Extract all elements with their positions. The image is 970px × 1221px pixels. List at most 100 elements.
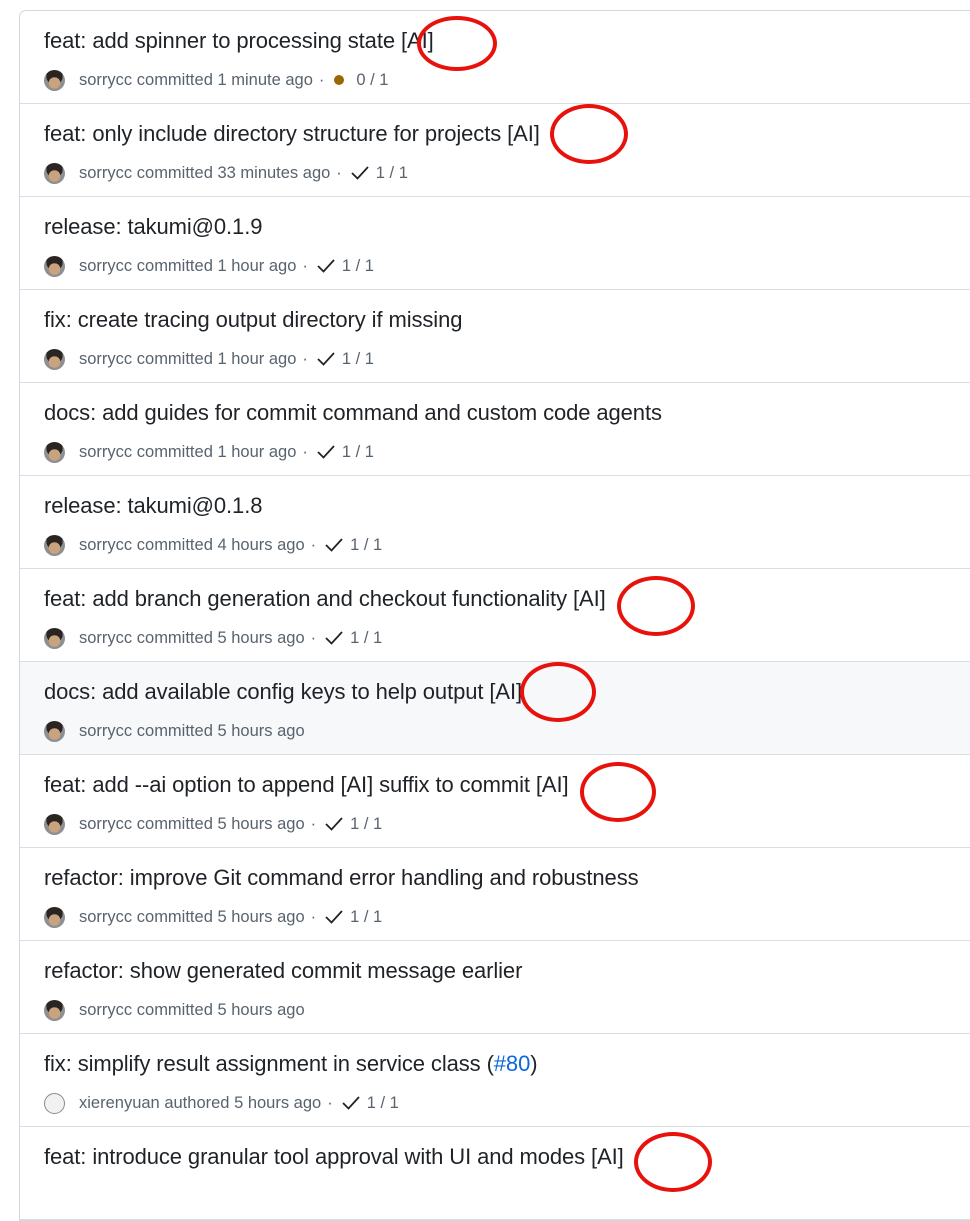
commit-row: refactor: show generated commit message …	[20, 941, 970, 1034]
commit-title-link[interactable]: feat: add branch generation and checkout…	[44, 586, 606, 612]
check-icon[interactable]	[324, 909, 344, 925]
commit-title: fix: simplify result assignment in servi…	[44, 1051, 538, 1077]
meta-separator: ·	[310, 535, 317, 554]
commit-row: feat: add branch generation and checkout…	[20, 569, 970, 662]
commit-verb: committed	[136, 628, 213, 647]
avatar[interactable]	[44, 906, 65, 928]
commit-row: docs: add available config keys to help …	[20, 662, 970, 755]
check-icon[interactable]	[350, 165, 370, 181]
commit-author-link[interactable]: sorrycc	[79, 350, 132, 369]
check-icon[interactable]	[316, 258, 336, 274]
pull-request-link[interactable]: #80	[494, 1051, 531, 1076]
commit-time: 5 hours ago	[234, 1093, 322, 1112]
commit-meta: sorrycc committed 5 hours ago · 1 / 1	[44, 812, 382, 836]
commit-title-link[interactable]: docs: add available config keys to help …	[44, 679, 522, 705]
commit-author-link[interactable]: sorrycc	[79, 164, 132, 183]
commit-row: feat: only include directory structure f…	[20, 104, 970, 197]
commit-row: refactor: improve Git command error hand…	[20, 848, 970, 941]
commit-author-link[interactable]: sorrycc	[79, 722, 132, 741]
commit-row: feat: add spinner to processing state [A…	[20, 11, 970, 104]
avatar[interactable]	[44, 813, 65, 835]
commit-time: 1 hour ago	[217, 442, 297, 461]
commit-title-link[interactable]: feat: add spinner to processing state [A…	[44, 28, 434, 54]
commit-time: 1 minute ago	[217, 70, 313, 89]
commit-verb: committed	[136, 907, 213, 926]
check-icon[interactable]	[324, 630, 344, 646]
commit-title-suffix[interactable]: )	[530, 1051, 537, 1076]
avatar[interactable]	[44, 69, 65, 91]
commit-meta: xierenyuan authored 5 hours ago · 1 / 1	[44, 1091, 399, 1115]
avatar[interactable]	[44, 627, 65, 649]
commit-author-link[interactable]: sorrycc	[79, 71, 132, 90]
commit-meta: sorrycc committed 1 minute ago · 0 / 1	[44, 68, 388, 92]
commit-author-link[interactable]: sorrycc	[79, 815, 132, 834]
commit-verb: committed	[136, 256, 213, 275]
commit-verb: committed	[136, 442, 213, 461]
commit-verb: committed	[136, 349, 213, 368]
commit-row: release: takumi@0.1.9 sorrycc committed …	[20, 197, 970, 290]
checks-count[interactable]: 1 / 1	[342, 257, 374, 276]
commit-time: 5 hours ago	[217, 721, 305, 740]
pending-status-icon[interactable]	[334, 75, 345, 85]
check-icon[interactable]	[324, 537, 344, 553]
meta-separator: ·	[336, 163, 342, 182]
check-icon[interactable]	[324, 816, 344, 832]
commit-meta: sorrycc committed 1 hour ago · 1 / 1	[44, 440, 374, 464]
meta-separator: ·	[327, 1093, 333, 1112]
meta-separator: ·	[302, 349, 308, 368]
commit-time: 5 hours ago	[217, 814, 305, 833]
commit-author-link[interactable]: sorrycc	[79, 908, 132, 927]
commit-time: 5 hours ago	[217, 907, 305, 926]
avatar[interactable]	[44, 534, 65, 556]
commit-meta: sorrycc committed 5 hours ago · 1 / 1	[44, 905, 382, 929]
checks-count[interactable]: 1 / 1	[367, 1094, 399, 1113]
check-icon[interactable]	[316, 351, 336, 367]
checks-count[interactable]: 1 / 1	[376, 164, 408, 183]
commit-row: docs: add guides for commit command and …	[20, 383, 970, 476]
commit-author-link[interactable]: sorrycc	[79, 1001, 132, 1020]
commit-author-link[interactable]: sorrycc	[79, 443, 132, 462]
checks-count[interactable]: 1 / 1	[342, 443, 374, 462]
avatar[interactable]	[44, 162, 65, 184]
commit-title-link[interactable]: feat: only include directory structure f…	[44, 121, 540, 147]
checks-count[interactable]: 1 / 1	[350, 536, 382, 555]
checks-count[interactable]: 1 / 1	[342, 350, 374, 369]
commit-title-link[interactable]: feat: add --ai option to append [AI] suf…	[44, 772, 569, 798]
check-icon[interactable]	[316, 444, 336, 460]
commit-author-link[interactable]: sorrycc	[79, 536, 132, 555]
commit-title-link[interactable]: refactor: show generated commit message …	[44, 958, 522, 984]
meta-separator: ·	[302, 442, 308, 461]
commit-list: feat: add spinner to processing state [A…	[19, 10, 970, 1221]
meta-separator: ·	[318, 70, 325, 89]
commit-author-link[interactable]: xierenyuan	[79, 1094, 160, 1113]
meta-separator: ·	[310, 907, 317, 926]
commit-meta: sorrycc committed 5 hours ago · 1 / 1	[44, 626, 382, 650]
commit-meta: sorrycc committed 1 hour ago · 1 / 1	[44, 347, 374, 371]
commit-author-link[interactable]: sorrycc	[79, 629, 132, 648]
checks-count[interactable]: 1 / 1	[350, 629, 382, 648]
commit-author-link[interactable]: sorrycc	[79, 257, 132, 276]
avatar[interactable]	[44, 255, 65, 277]
commit-verb: authored	[164, 1093, 230, 1112]
checks-count[interactable]: 1 / 1	[350, 815, 382, 834]
commit-title-link[interactable]: release: takumi@0.1.9	[44, 214, 262, 240]
avatar[interactable]	[44, 1092, 65, 1114]
avatar[interactable]	[44, 348, 65, 370]
commit-title-link[interactable]: fix: create tracing output directory if …	[44, 307, 462, 333]
commit-verb: committed	[136, 535, 213, 554]
checks-count[interactable]: 0 / 1	[356, 71, 388, 90]
commit-row: feat: introduce granular tool approval w…	[20, 1127, 970, 1220]
commit-title-link[interactable]: feat: introduce granular tool approval w…	[44, 1144, 624, 1170]
avatar[interactable]	[44, 441, 65, 463]
commit-time: 1 hour ago	[217, 256, 297, 275]
commit-title-link[interactable]: docs: add guides for commit command and …	[44, 400, 662, 426]
commit-verb: committed	[136, 721, 213, 740]
avatar[interactable]	[44, 999, 65, 1021]
check-icon[interactable]	[341, 1095, 361, 1111]
commit-title-link[interactable]: release: takumi@0.1.8	[44, 493, 262, 519]
checks-count[interactable]: 1 / 1	[350, 908, 382, 927]
commit-time: 5 hours ago	[217, 1000, 305, 1019]
commit-title-link[interactable]: refactor: improve Git command error hand…	[44, 865, 639, 891]
commit-title-link[interactable]: fix: simplify result assignment in servi…	[44, 1051, 494, 1076]
avatar[interactable]	[44, 720, 65, 742]
